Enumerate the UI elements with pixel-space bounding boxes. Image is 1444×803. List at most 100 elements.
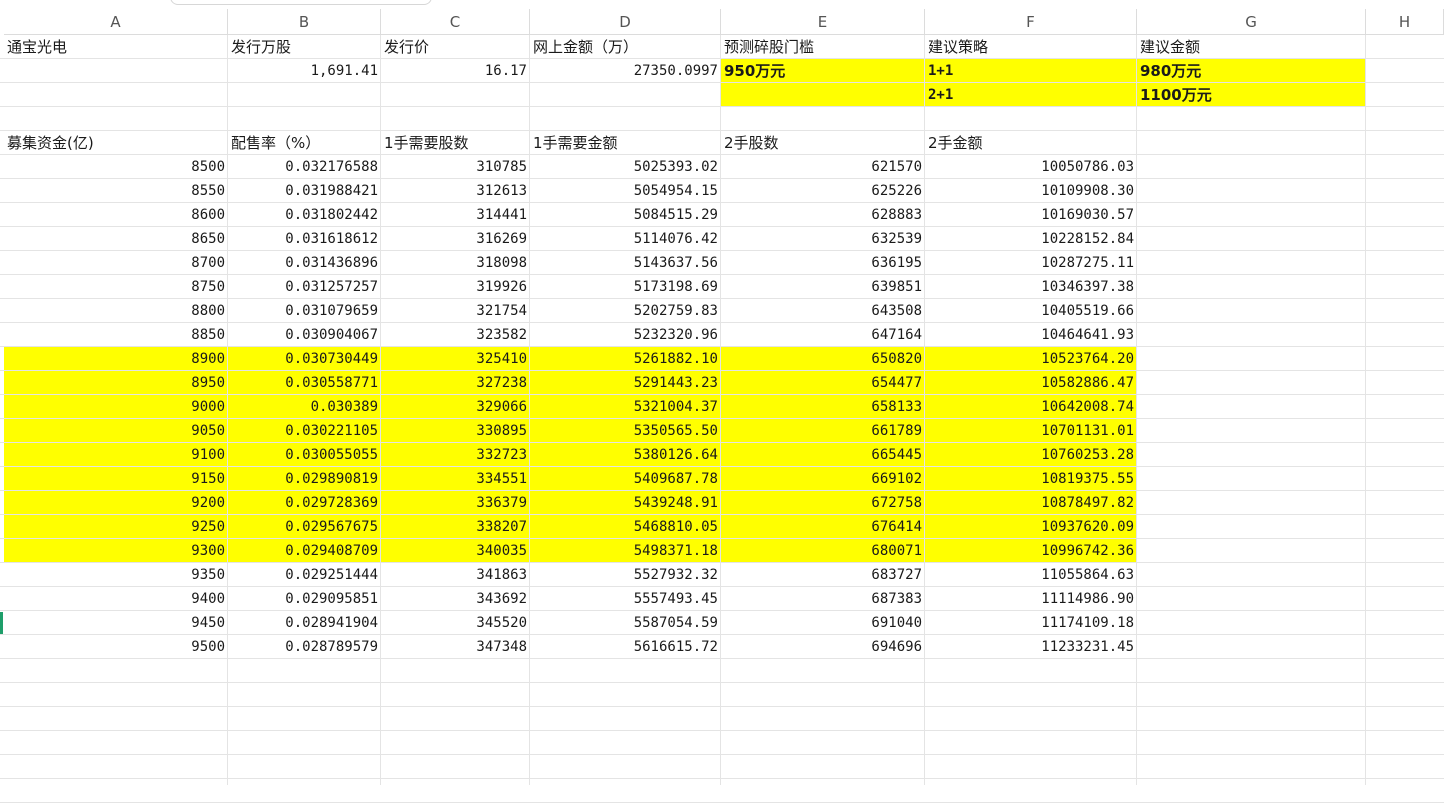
- table-cell[interactable]: 0.031618612: [228, 227, 381, 251]
- table-cell[interactable]: 10582886.47: [925, 371, 1137, 395]
- table-cell[interactable]: 5350565.50: [530, 419, 721, 443]
- table-cell[interactable]: 669102: [721, 467, 925, 491]
- table-cell[interactable]: 9450: [4, 611, 228, 635]
- table-cell[interactable]: 9000: [4, 395, 228, 419]
- table-cell[interactable]: 5025393.02: [530, 155, 721, 179]
- table-cell[interactable]: 0.030389: [228, 395, 381, 419]
- table-cell[interactable]: 5143637.56: [530, 251, 721, 275]
- table-cell[interactable]: 0.031257257: [228, 275, 381, 299]
- table-cell[interactable]: 10169030.57: [925, 203, 1137, 227]
- table-header[interactable]: 1手需要金额: [530, 131, 721, 155]
- table-cell[interactable]: 0.031802442: [228, 203, 381, 227]
- info-label[interactable]: 网上金额（万）: [530, 35, 721, 59]
- table-cell[interactable]: 5202759.83: [530, 299, 721, 323]
- column-header-a[interactable]: A: [4, 9, 228, 35]
- table-cell[interactable]: 0.029408709: [228, 539, 381, 563]
- table-cell[interactable]: 0.029567675: [228, 515, 381, 539]
- table-cell[interactable]: 329066: [381, 395, 530, 419]
- table-cell[interactable]: 5054954.15: [530, 179, 721, 203]
- strategy-1[interactable]: 1+1: [925, 59, 1137, 83]
- table-cell[interactable]: 5409687.78: [530, 467, 721, 491]
- suggested-amount-1[interactable]: 980万元: [1137, 59, 1366, 83]
- table-cell[interactable]: 8950: [4, 371, 228, 395]
- info-label[interactable]: 发行万股: [228, 35, 381, 59]
- table-cell[interactable]: 680071: [721, 539, 925, 563]
- table-cell[interactable]: 0.031988421: [228, 179, 381, 203]
- table-cell[interactable]: 5616615.72: [530, 635, 721, 659]
- column-header-g[interactable]: G: [1137, 9, 1366, 35]
- table-cell[interactable]: 10523764.20: [925, 347, 1137, 371]
- table-cell[interactable]: 321754: [381, 299, 530, 323]
- table-cell[interactable]: 327238: [381, 371, 530, 395]
- table-cell[interactable]: 0.029095851: [228, 587, 381, 611]
- table-cell[interactable]: 676414: [721, 515, 925, 539]
- table-cell[interactable]: 665445: [721, 443, 925, 467]
- table-cell[interactable]: 338207: [381, 515, 530, 539]
- table-cell[interactable]: 5557493.45: [530, 587, 721, 611]
- table-cell[interactable]: 694696: [721, 635, 925, 659]
- table-cell[interactable]: 10878497.82: [925, 491, 1137, 515]
- online-amount-value[interactable]: 27350.0997: [530, 59, 721, 83]
- table-header[interactable]: 募集资金(亿): [4, 131, 228, 155]
- table-cell[interactable]: 8500: [4, 155, 228, 179]
- table-cell[interactable]: 0.030055055: [228, 443, 381, 467]
- table-cell[interactable]: 11055864.63: [925, 563, 1137, 587]
- table-cell[interactable]: 10996742.36: [925, 539, 1137, 563]
- table-cell[interactable]: 5232320.96: [530, 323, 721, 347]
- table-cell[interactable]: 5527932.32: [530, 563, 721, 587]
- table-cell[interactable]: 650820: [721, 347, 925, 371]
- table-cell[interactable]: 0.029251444: [228, 563, 381, 587]
- table-cell[interactable]: 11114986.90: [925, 587, 1137, 611]
- table-cell[interactable]: 0.028789579: [228, 635, 381, 659]
- table-cell[interactable]: 621570: [721, 155, 925, 179]
- info-label[interactable]: 建议金额: [1137, 35, 1366, 59]
- table-cell[interactable]: 0.031079659: [228, 299, 381, 323]
- table-cell[interactable]: 10346397.38: [925, 275, 1137, 299]
- table-cell[interactable]: 9500: [4, 635, 228, 659]
- table-cell[interactable]: 8750: [4, 275, 228, 299]
- table-cell[interactable]: 683727: [721, 563, 925, 587]
- table-cell[interactable]: 11174109.18: [925, 611, 1137, 635]
- table-cell[interactable]: 9300: [4, 539, 228, 563]
- column-header-b[interactable]: B: [228, 9, 381, 35]
- table-cell[interactable]: 9350: [4, 563, 228, 587]
- table-cell[interactable]: 0.030558771: [228, 371, 381, 395]
- info-label[interactable]: 建议策略: [925, 35, 1137, 59]
- info-label[interactable]: 通宝光电: [4, 35, 228, 59]
- table-cell[interactable]: 341863: [381, 563, 530, 587]
- table-cell[interactable]: 314441: [381, 203, 530, 227]
- table-cell[interactable]: 691040: [721, 611, 925, 635]
- table-cell[interactable]: 632539: [721, 227, 925, 251]
- table-cell[interactable]: 10109908.30: [925, 179, 1137, 203]
- table-cell[interactable]: 687383: [721, 587, 925, 611]
- table-cell[interactable]: 343692: [381, 587, 530, 611]
- strategy-2[interactable]: 2+1: [925, 83, 1137, 107]
- table-cell[interactable]: 9400: [4, 587, 228, 611]
- table-cell[interactable]: 310785: [381, 155, 530, 179]
- table-cell[interactable]: 10642008.74: [925, 395, 1137, 419]
- table-cell[interactable]: 9100: [4, 443, 228, 467]
- table-cell[interactable]: 672758: [721, 491, 925, 515]
- table-cell[interactable]: 10228152.84: [925, 227, 1137, 251]
- table-cell[interactable]: 345520: [381, 611, 530, 635]
- table-header[interactable]: 2手股数: [721, 131, 925, 155]
- table-cell[interactable]: 10760253.28: [925, 443, 1137, 467]
- info-label[interactable]: 发行价: [381, 35, 530, 59]
- table-cell[interactable]: 10050786.03: [925, 155, 1137, 179]
- table-cell[interactable]: 5291443.23: [530, 371, 721, 395]
- table-cell[interactable]: 8550: [4, 179, 228, 203]
- table-header[interactable]: 配售率（%）: [228, 131, 381, 155]
- table-cell[interactable]: 0.031436896: [228, 251, 381, 275]
- table-cell[interactable]: 0.029728369: [228, 491, 381, 515]
- table-cell[interactable]: 318098: [381, 251, 530, 275]
- table-cell[interactable]: 11233231.45: [925, 635, 1137, 659]
- table-cell[interactable]: 330895: [381, 419, 530, 443]
- table-cell[interactable]: 0.029890819: [228, 467, 381, 491]
- table-cell[interactable]: 5261882.10: [530, 347, 721, 371]
- table-cell[interactable]: 625226: [721, 179, 925, 203]
- table-cell[interactable]: 5587054.59: [530, 611, 721, 635]
- table-cell[interactable]: 316269: [381, 227, 530, 251]
- table-cell[interactable]: 336379: [381, 491, 530, 515]
- column-header-e[interactable]: E: [721, 9, 925, 35]
- table-cell[interactable]: 10405519.66: [925, 299, 1137, 323]
